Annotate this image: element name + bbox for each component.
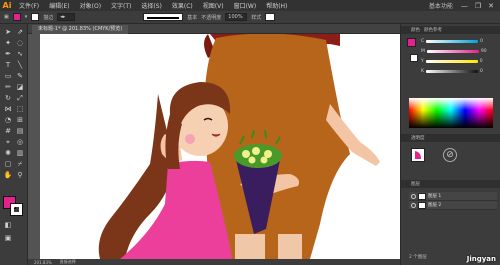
selected-shape-thumbnail[interactable] [411,148,425,162]
selection-label: ▣ [4,14,9,20]
brush-label: 基本 [187,14,198,21]
drawing-modes-icon[interactable]: ◧ [3,221,13,230]
style-label: 样式 [251,14,262,21]
lasso-icon[interactable]: ◌ [15,39,25,48]
eye-icon[interactable] [411,193,416,199]
type-tool-icon[interactable]: T [3,61,13,70]
tab-color-guide[interactable]: 颜色参考 [424,27,442,33]
girl-mouth [211,133,221,137]
perspective-grid-icon[interactable]: ⊞ [15,116,25,125]
stroke-swatch[interactable] [10,203,23,216]
slider-m[interactable]: M 90 [421,48,493,54]
pen-tool-icon[interactable]: ✒ [3,50,13,59]
panel-fill-swatch[interactable] [407,38,416,47]
maximize-button[interactable]: ❐ [475,2,481,10]
width-tool-icon[interactable]: ⋈ [3,105,13,114]
rectangle-tool-icon[interactable]: ▭ [3,72,13,81]
right-panels: 颜色 颜色参考 C 0 M 90 Y 0 K 0 透明度 ⊘ 图层 图层 1 图… [400,24,500,265]
app-logo: Ai [2,1,12,10]
layer-thumbnail [418,192,426,200]
scale-tool-icon[interactable]: ⤢ [15,94,25,103]
menu-type[interactable]: 文字(T) [106,1,136,10]
color-panel-tabs: 颜色 颜色参考 [401,26,500,34]
tab-layers[interactable]: 图层 [411,181,420,187]
style-swatch[interactable] [265,13,276,21]
panel-stroke-swatch[interactable] [410,54,418,62]
stroke-label: 描边 [43,14,54,21]
girl-cheek [185,134,195,144]
minimize-button[interactable]: — [461,2,468,10]
eye-icon[interactable] [411,202,416,208]
eyedropper-icon[interactable]: ⌖ [3,138,13,147]
eraser-tool-icon[interactable]: ◪ [15,83,25,92]
menu-edit[interactable]: 编辑(E) [44,1,74,10]
menu-object[interactable]: 对象(O) [75,1,106,10]
illustration [98,34,380,259]
blend-tool-icon[interactable]: ◎ [15,138,25,147]
artboard-tool-icon[interactable]: ▢ [3,160,13,169]
dropdown-arrow-icon[interactable]: ▾ [25,14,28,20]
document-tab-bar: 未标题-1* @ 201.83% (CMYK/预览) [28,24,400,34]
menu-select[interactable]: 选择(S) [136,1,167,10]
mesh-tool-icon[interactable]: # [3,127,13,136]
stroke-color-swatch[interactable] [31,13,40,21]
layer-thumbnail [418,201,426,209]
free-transform-icon[interactable]: ⬚ [15,105,25,114]
menu-file[interactable]: 文件(F) [14,1,44,10]
direct-selection-tool-icon[interactable]: ⇗ [15,28,25,37]
artboard[interactable] [40,34,400,259]
screen-mode-icon[interactable]: ▣ [3,234,13,243]
mother-dress [204,34,350,259]
layers-count: 2 个图层 [409,255,427,260]
zoom-tool-icon[interactable]: ⚲ [15,171,25,180]
appearance-panel-tabs: 透明度 [401,134,500,142]
opacity-label: 不透明度 [201,14,222,21]
current-tool-readout: 直接选择 [59,259,76,264]
brush-stroke-preview[interactable] [143,13,184,21]
symbol-sprayer-icon[interactable]: ✺ [3,149,13,158]
line-tool-icon[interactable]: ╲ [15,61,25,70]
hand-tool-icon[interactable]: ✋ [3,171,13,180]
mother-legs-right [278,234,302,259]
shape-builder-icon[interactable]: ◔ [3,116,13,125]
tab-color[interactable]: 颜色 [411,27,420,33]
curvature-icon[interactable]: ∿ [15,50,25,59]
slider-c[interactable]: C 0 [421,38,493,44]
pencil-tool-icon[interactable]: ✏ [3,83,13,92]
graph-tool-icon[interactable]: ▥ [15,149,25,158]
control-bar: ▣ ▾ 描边 ◂▸ 基本 不透明度 100% 样式 [0,11,500,24]
layer-row[interactable]: 图层 2 [409,201,497,210]
slider-y[interactable]: Y 0 [421,58,493,64]
canvas-area[interactable] [28,34,400,259]
slice-tool-icon[interactable]: ⌿ [15,160,25,169]
menu-effect[interactable]: 效果(C) [167,1,198,10]
tab-transparency[interactable]: 透明度 [411,135,425,141]
mother-legs [235,234,265,259]
workspace-switcher[interactable]: 基本功能 [429,1,453,10]
stroke-weight-field[interactable]: ◂▸ [57,13,76,21]
magic-wand-icon[interactable]: ✦ [3,39,13,48]
selection-tool-icon[interactable]: ➤ [3,28,13,37]
window-controls: — ❐ ✕ [461,2,500,10]
document-tab[interactable]: 未标题-1* @ 201.83% (CMYK/预览) [32,25,129,34]
fill-color-swatch[interactable] [12,13,21,21]
watermark: Jingyan [466,255,496,263]
gradient-tool-icon[interactable]: ▤ [15,127,25,136]
no-mask-icon[interactable]: ⊘ [443,148,457,162]
slider-k[interactable]: K 0 [421,68,493,74]
menu-bar: Ai 文件(F) 编辑(E) 对象(O) 文字(T) 选择(S) 效果(C) 视… [0,0,500,11]
menu-help[interactable]: 帮助(H) [261,1,292,10]
layers-panel-tabs: 图层 [401,180,500,188]
zoom-readout[interactable]: 201.83% [34,260,52,265]
opacity-field[interactable]: 100% [225,13,248,21]
close-button[interactable]: ✕ [488,2,494,10]
layer-row[interactable]: 图层 1 [409,192,497,201]
brush-tool-icon[interactable]: ✎ [15,72,25,81]
tools-panel: ➤ ⇗ ✦ ◌ ✒ ∿ T ╲ ▭ ✎ ✏ ◪ ↻ ⤢ ⋈ ⬚ ◔ ⊞ # ▤ … [0,24,28,265]
rotate-tool-icon[interactable]: ↻ [3,94,13,103]
menu-view[interactable]: 视图(V) [198,1,229,10]
status-bar: 201.83% 直接选择 [28,259,400,265]
menu-window[interactable]: 窗口(W) [229,1,262,10]
